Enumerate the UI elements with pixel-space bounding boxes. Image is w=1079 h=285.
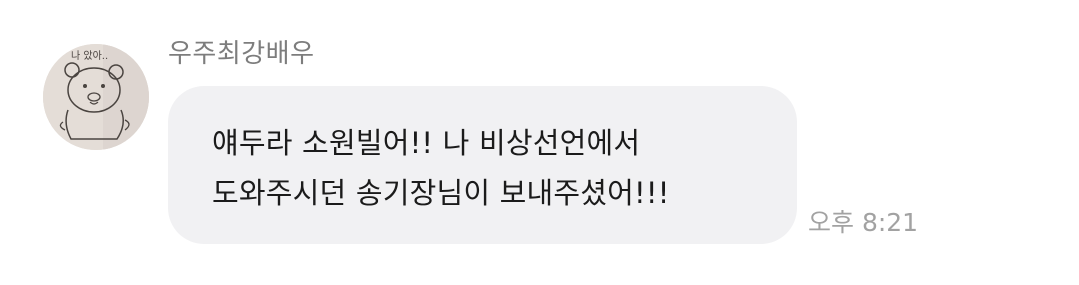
bear-doodle-icon: 나 았아.. bbox=[43, 44, 149, 150]
sender-name[interactable]: 우주최강배우 bbox=[168, 37, 315, 71]
message-timestamp: 오후 8:21 bbox=[808, 208, 919, 237]
avatar[interactable]: 나 았아.. bbox=[43, 44, 149, 150]
message-line-1: 얘두라 소원빌어!! 나 비상선언에서 bbox=[212, 126, 641, 160]
message-bubble[interactable]: 얘두라 소원빌어!! 나 비상선언에서 도와주시던 송기장님이 보내주셨어!!! bbox=[168, 86, 797, 244]
message-line-2: 도와주시던 송기장님이 보내주셨어!!! bbox=[212, 176, 670, 210]
chat-message-row: 나 았아.. 우주최강배우 얘두라 소원빌어!! 나 비상선언에서 도와주시던 … bbox=[0, 0, 1079, 285]
avatar-doodle-text: 나 았아.. bbox=[71, 50, 108, 62]
